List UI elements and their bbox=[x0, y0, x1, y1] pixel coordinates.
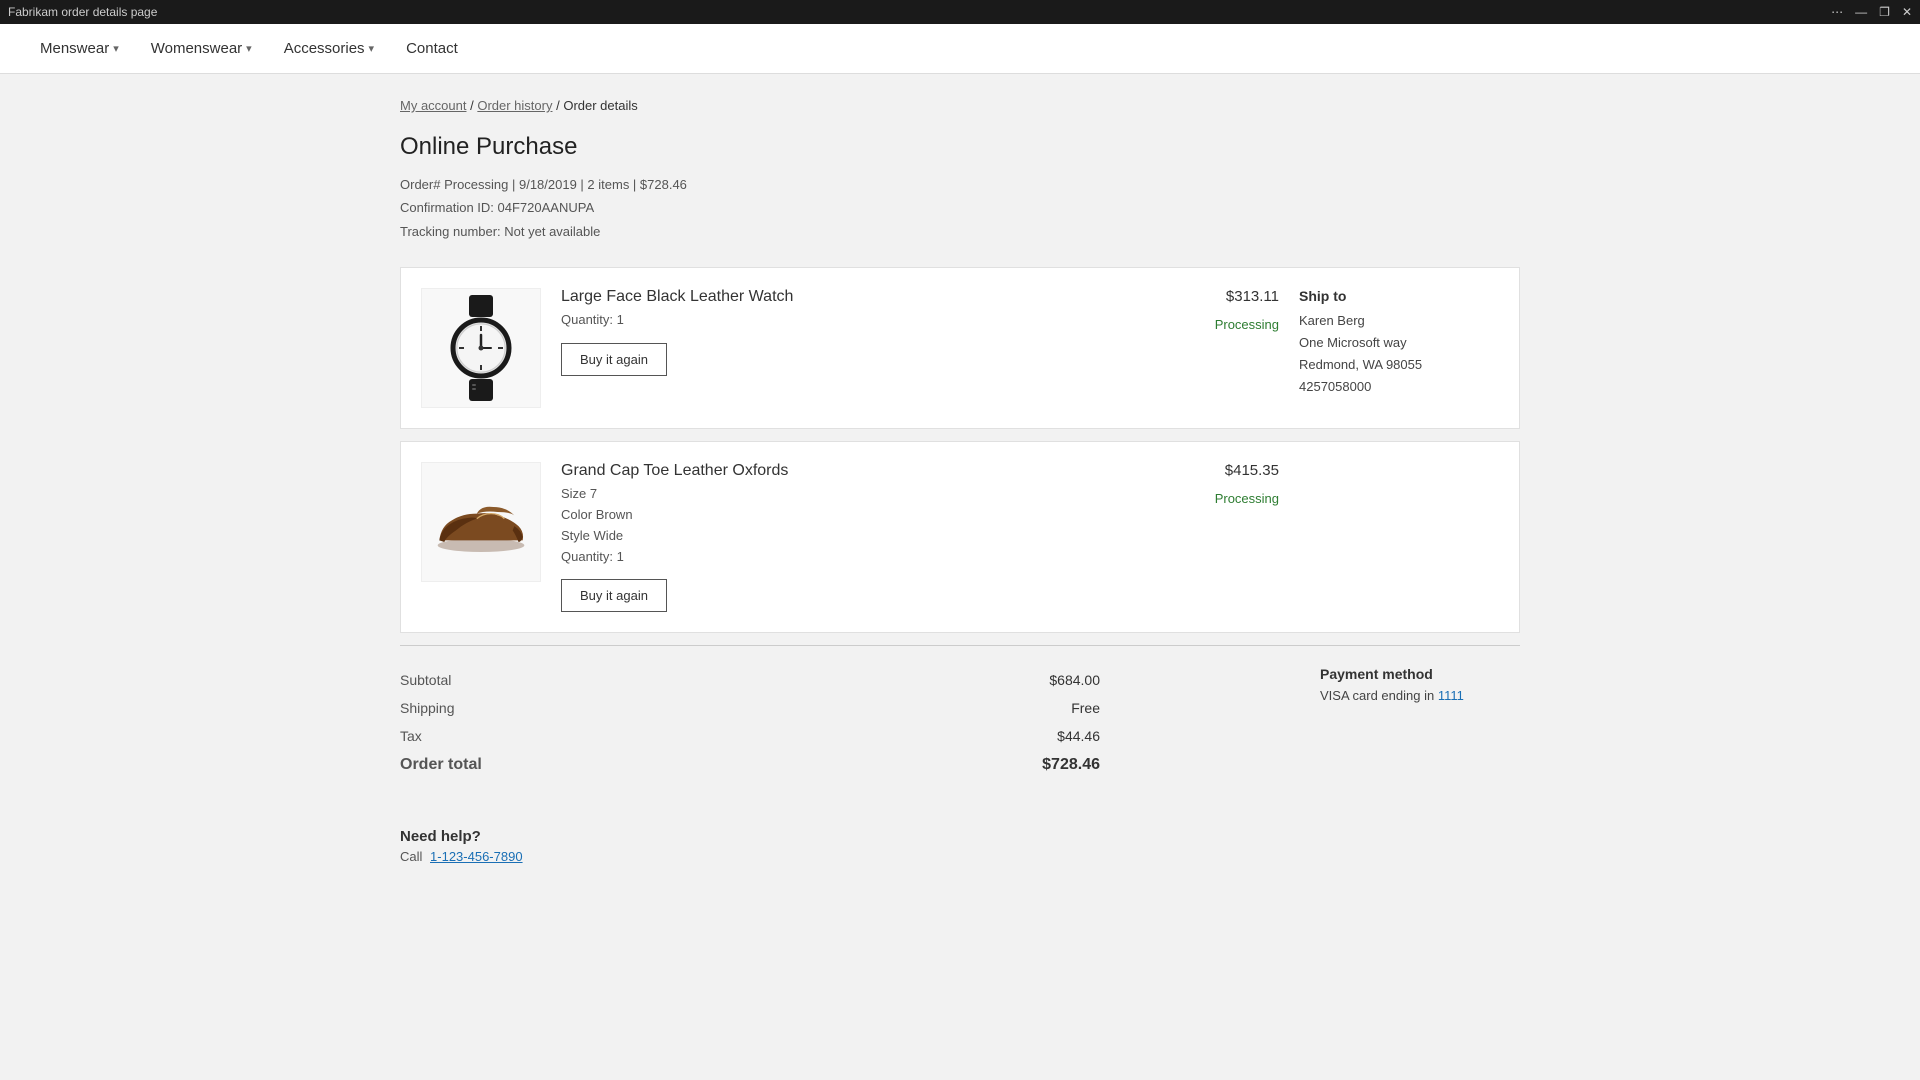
order-summary-line: Order# Processing | 9/18/2019 | 2 items … bbox=[400, 173, 1520, 196]
titlebar-title: Fabrikam order details page bbox=[8, 5, 157, 19]
item-name-shoe: Grand Cap Toe Leather Oxfords bbox=[561, 462, 1139, 480]
help-call: Call 1-123-456-7890 bbox=[400, 849, 1520, 864]
item-name-watch: Large Face Black Leather Watch bbox=[561, 288, 1139, 306]
nav-womenswear-label: Womenswear bbox=[151, 40, 242, 57]
chevron-down-icon: ▾ bbox=[113, 42, 119, 55]
help-phone[interactable]: 1-123-456-7890 bbox=[430, 849, 523, 864]
tracking-line: Tracking number: Not yet available bbox=[400, 220, 1520, 243]
order-total-row: Order total $728.46 bbox=[400, 750, 1100, 780]
item-image-watch bbox=[421, 288, 541, 408]
item-details-watch: Large Face Black Leather Watch Quantity:… bbox=[561, 288, 1139, 376]
order-meta: Order# Processing | 9/18/2019 | 2 items … bbox=[400, 173, 1520, 243]
minimize-button[interactable]: — bbox=[1855, 5, 1867, 19]
nav-menswear-label: Menswear bbox=[40, 40, 109, 57]
order-total-label: Order total bbox=[400, 756, 482, 774]
tax-row: Tax $44.46 bbox=[400, 722, 1100, 750]
totals-left: Subtotal $684.00 Shipping Free Tax $44.4… bbox=[400, 666, 1280, 780]
chevron-down-icon: ▾ bbox=[246, 42, 252, 55]
shipping-row: Shipping Free bbox=[400, 694, 1100, 722]
shoe-illustration bbox=[431, 487, 531, 557]
subtotal-label: Subtotal bbox=[400, 672, 451, 688]
confirmation-line: Confirmation ID: 04F720AANUPA bbox=[400, 196, 1520, 219]
item-price-col-shoe: $415.35 Processing bbox=[1159, 462, 1279, 506]
item-image-shoe bbox=[421, 462, 541, 582]
item-color-shoe: Color Brown bbox=[561, 505, 1139, 526]
subtotal-row: Subtotal $684.00 bbox=[400, 666, 1100, 694]
call-label: Call bbox=[400, 849, 422, 864]
item-price-shoe: $415.35 bbox=[1159, 462, 1279, 479]
totals-section: Subtotal $684.00 Shipping Free Tax $44.4… bbox=[400, 645, 1520, 780]
order-item-shoe: Grand Cap Toe Leather Oxfords Size 7 Col… bbox=[400, 441, 1520, 633]
item-status-shoe: Processing bbox=[1159, 491, 1279, 506]
breadcrumb-current: Order details bbox=[563, 98, 637, 113]
help-section: Need help? Call 1-123-456-7890 bbox=[400, 812, 1520, 864]
nav-menswear[interactable]: Menswear ▾ bbox=[40, 40, 119, 57]
page-content: My account / Order history / Order detai… bbox=[360, 74, 1560, 888]
item-price-col-watch: $313.11 Processing bbox=[1159, 288, 1279, 332]
ship-to: Ship to Karen Berg One Microsoft way Red… bbox=[1299, 288, 1499, 398]
ship-to-detail: Karen Berg One Microsoft way Redmond, WA… bbox=[1299, 310, 1499, 398]
item-status-watch: Processing bbox=[1159, 317, 1279, 332]
ship-to-city: Redmond, WA 98055 bbox=[1299, 354, 1499, 376]
payment-method: Payment method VISA card ending in 1111 bbox=[1320, 666, 1520, 780]
breadcrumb-my-account[interactable]: My account bbox=[400, 98, 466, 113]
nav-contact[interactable]: Contact bbox=[406, 40, 458, 57]
order-total-value: $728.46 bbox=[1042, 756, 1100, 774]
item-price-watch: $313.11 bbox=[1159, 288, 1279, 305]
nav-contact-label: Contact bbox=[406, 40, 458, 57]
titlebar: Fabrikam order details page ⋯ — ❐ ✕ bbox=[0, 0, 1920, 24]
tax-value: $44.46 bbox=[1057, 728, 1100, 744]
page-title: Online Purchase bbox=[400, 133, 1520, 161]
payment-label: Payment method bbox=[1320, 666, 1520, 682]
ship-to-label: Ship to bbox=[1299, 288, 1499, 304]
shipping-value: Free bbox=[1071, 700, 1100, 716]
item-details-shoe: Grand Cap Toe Leather Oxfords Size 7 Col… bbox=[561, 462, 1139, 612]
shipping-label: Shipping bbox=[400, 700, 455, 716]
ship-to-phone: 4257058000 bbox=[1299, 376, 1499, 398]
subtotal-value: $684.00 bbox=[1049, 672, 1100, 688]
restore-button[interactable]: ❐ bbox=[1879, 5, 1890, 19]
breadcrumb: My account / Order history / Order detai… bbox=[400, 98, 1520, 113]
nav-womenswear[interactable]: Womenswear ▾ bbox=[151, 40, 252, 57]
nav-accessories[interactable]: Accessories ▾ bbox=[284, 40, 374, 57]
item-style-shoe: Style Wide bbox=[561, 526, 1139, 547]
more-icon[interactable]: ⋯ bbox=[1831, 5, 1843, 19]
buy-again-watch-button[interactable]: Buy it again bbox=[561, 343, 667, 376]
item-size-shoe: Size 7 bbox=[561, 484, 1139, 505]
titlebar-controls[interactable]: ⋯ — ❐ ✕ bbox=[1831, 5, 1912, 19]
order-item-watch: Large Face Black Leather Watch Quantity:… bbox=[400, 267, 1520, 429]
help-title: Need help? bbox=[400, 828, 1520, 845]
tax-label: Tax bbox=[400, 728, 422, 744]
close-button[interactable]: ✕ bbox=[1902, 5, 1912, 19]
chevron-down-icon: ▾ bbox=[369, 42, 375, 55]
navbar: Menswear ▾ Womenswear ▾ Accessories ▾ Co… bbox=[0, 24, 1920, 74]
item-quantity-watch: Quantity: 1 bbox=[561, 310, 1139, 331]
nav-accessories-label: Accessories bbox=[284, 40, 365, 57]
watch-illustration bbox=[436, 293, 526, 403]
payment-detail: VISA card ending in 1111 bbox=[1320, 688, 1520, 703]
breadcrumb-order-history[interactable]: Order history bbox=[477, 98, 552, 113]
ship-to-name: Karen Berg bbox=[1299, 310, 1499, 332]
item-quantity-shoe: Quantity: 1 bbox=[561, 547, 1139, 568]
ship-to-address: One Microsoft way bbox=[1299, 332, 1499, 354]
buy-again-shoe-button[interactable]: Buy it again bbox=[561, 579, 667, 612]
